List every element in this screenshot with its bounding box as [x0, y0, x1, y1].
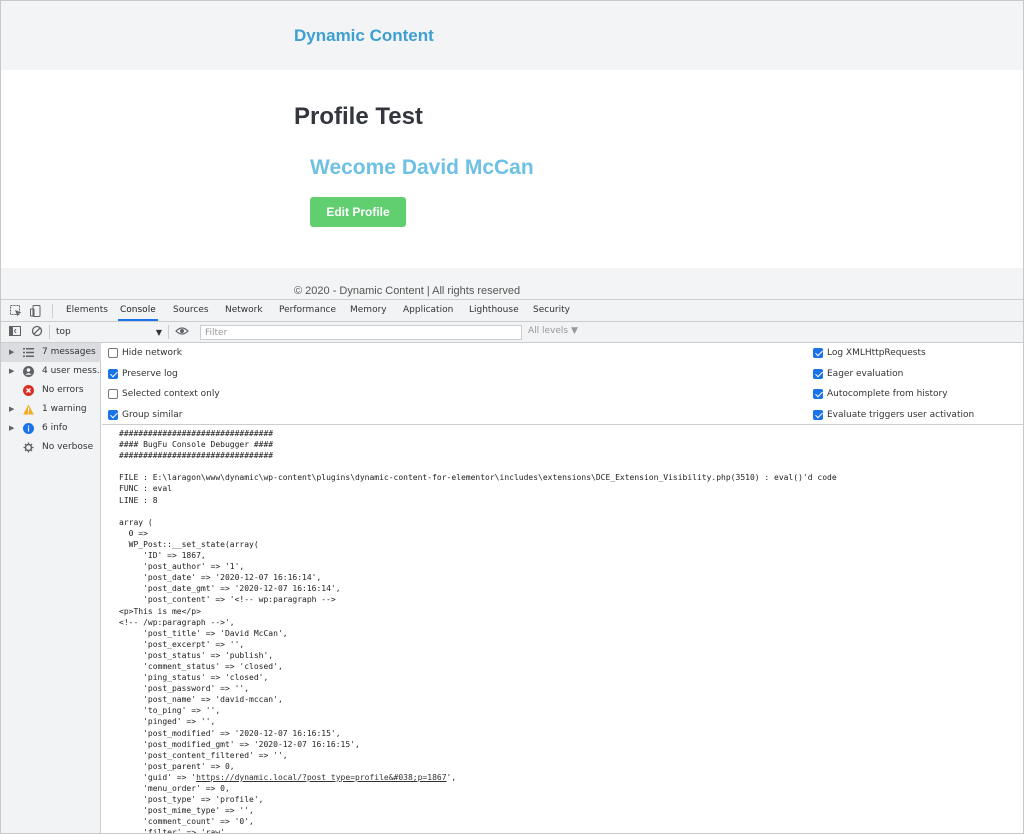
toolbar-divider	[168, 325, 169, 339]
site-title-link[interactable]: Dynamic Content	[294, 26, 434, 46]
error-icon	[23, 385, 34, 396]
log-levels-dropdown[interactable]: All levels ▼	[528, 326, 578, 336]
checkbox-label: Group similar	[122, 409, 183, 420]
checkbox[interactable]	[108, 368, 118, 379]
checkbox-label: Preserve log	[122, 368, 178, 379]
console-sidebar: ▶ 7 messages ▶ 4 user mess... No errors …	[1, 343, 101, 833]
warning-icon	[23, 404, 34, 415]
sidebar-item-errors[interactable]: No errors	[1, 381, 101, 400]
sidebar-item-messages[interactable]: ▶ 7 messages	[1, 343, 101, 362]
checkbox-label: Eager evaluation	[827, 368, 904, 379]
sidebar-toggle-icon[interactable]	[9, 325, 23, 339]
page-title: Profile Test	[294, 103, 423, 130]
sidebar-item-label: 4 user mess...	[42, 366, 101, 376]
info-icon	[23, 423, 34, 434]
browser-window: Dynamic Content Profile Test Wecome Davi…	[0, 0, 1024, 834]
console-settings: Hide network Preserve log Selected context…	[102, 343, 1023, 425]
checkbox[interactable]	[813, 389, 823, 399]
footer-copyright: © 2020 - Dynamic Content | All rights re…	[294, 285, 521, 297]
devtools-panel: Elements Console Sources Network Performance…	[1, 299, 1023, 834]
sidebar-item-user-messages[interactable]: ▶ 4 user mess...	[1, 362, 101, 381]
console-output: ################################ #### Bu…	[102, 426, 1023, 834]
sidebar-item-warnings[interactable]: ▶ 1 warning	[1, 400, 101, 419]
tab-network[interactable]: Network	[223, 300, 265, 321]
tab-application[interactable]: Application	[401, 300, 455, 321]
toolbar-divider	[49, 325, 50, 339]
guid-link[interactable]: https://dynamic.local/?post_type=profile…	[196, 773, 446, 782]
inspect-element-icon[interactable]	[9, 304, 23, 318]
expand-arrow-icon: ▶	[9, 424, 15, 432]
checkbox-label: Selected context only	[122, 389, 220, 399]
checkbox[interactable]	[813, 348, 823, 358]
devtools-tabbar: Elements Console Sources Network Performance…	[1, 300, 1023, 322]
sidebar-item-label: 6 info	[42, 423, 68, 433]
checkbox[interactable]	[108, 348, 118, 358]
checkbox-label: Autocomplete from history	[827, 389, 948, 399]
checkbox-label: Log XMLHttpRequests	[827, 348, 926, 358]
device-toolbar-icon[interactable]	[29, 304, 43, 318]
sidebar-item-label: 7 messages	[42, 347, 96, 357]
checkbox[interactable]	[813, 368, 823, 379]
context-selector[interactable]: top ▼	[56, 325, 164, 340]
checkbox[interactable]	[108, 409, 118, 420]
user-icon	[23, 366, 34, 377]
tab-performance[interactable]: Performance	[277, 300, 338, 321]
tab-security[interactable]: Security	[531, 300, 572, 321]
sidebar-item-label: No verbose	[42, 442, 94, 452]
tab-elements[interactable]: Elements	[64, 300, 110, 321]
site-main: Profile Test Wecome David McCan Edit Pro…	[1, 70, 1023, 268]
console-log-message: ################################ #### Bu…	[119, 429, 837, 834]
tab-memory[interactable]: Memory	[348, 300, 389, 321]
expand-arrow-icon: ▶	[9, 367, 15, 375]
welcome-heading: Wecome David McCan	[310, 156, 534, 179]
list-icon	[23, 348, 34, 357]
site-header: Dynamic Content	[1, 1, 1023, 70]
caret-down-icon: ▼	[155, 328, 162, 337]
tab-lighthouse[interactable]: Lighthouse	[467, 300, 521, 321]
eye-icon[interactable]	[175, 325, 189, 339]
sidebar-item-info[interactable]: ▶ 6 info	[1, 419, 101, 438]
clear-console-icon[interactable]	[31, 325, 45, 339]
sidebar-item-label: No errors	[42, 385, 84, 395]
site-footer: © 2020 - Dynamic Content | All rights re…	[1, 268, 1023, 299]
checkbox-label: Evaluate triggers user activation	[827, 409, 975, 420]
edit-profile-button[interactable]: Edit Profile	[310, 197, 406, 227]
tab-console[interactable]: Console	[118, 300, 158, 321]
context-value: top	[56, 327, 71, 337]
sidebar-item-label: 1 warning	[42, 404, 87, 414]
checkbox[interactable]	[108, 389, 118, 399]
filter-input[interactable]	[200, 325, 522, 340]
expand-arrow-icon: ▶	[9, 405, 15, 413]
console-toolbar: top ▼ All levels ▼	[1, 322, 1023, 343]
checkbox[interactable]	[813, 409, 823, 420]
verbose-icon	[23, 442, 34, 453]
sidebar-item-verbose[interactable]: No verbose	[1, 438, 101, 457]
toolbar-divider	[52, 304, 53, 318]
checkbox-label: Hide network	[122, 348, 182, 358]
expand-arrow-icon: ▶	[9, 348, 15, 356]
tab-sources[interactable]: Sources	[171, 300, 211, 321]
